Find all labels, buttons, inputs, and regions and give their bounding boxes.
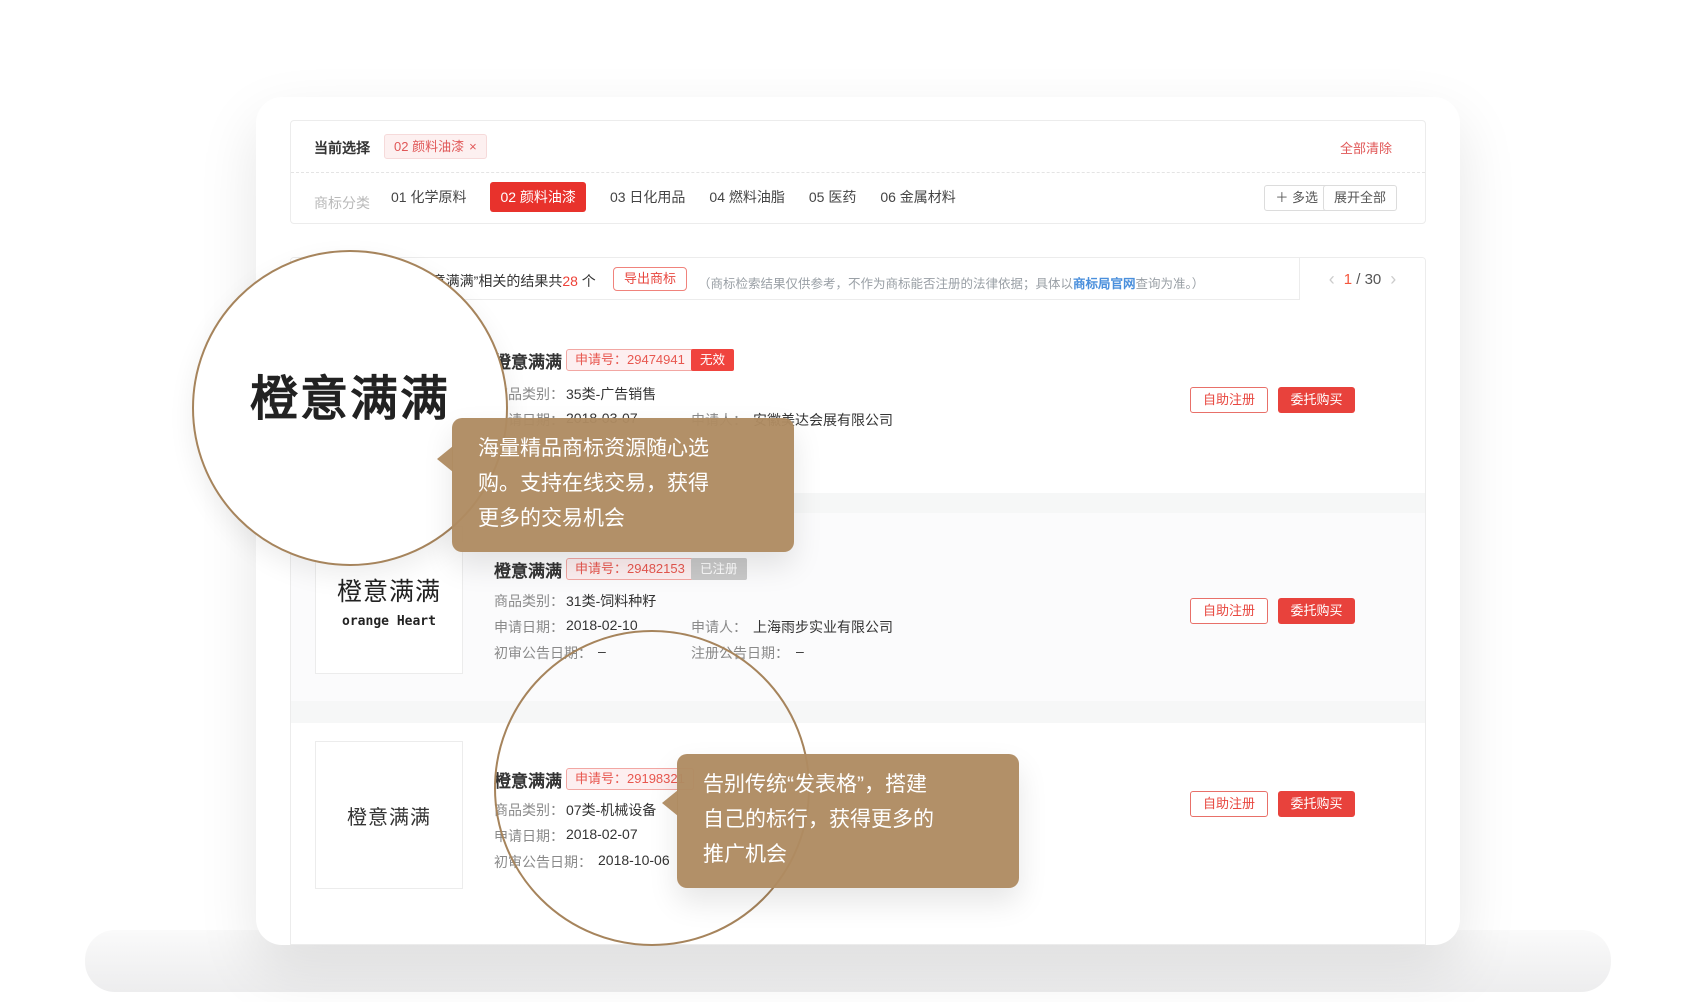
thumbnail-text-cn: 橙意满满 (347, 801, 431, 830)
selected-filter-tag-label: 02 颜料油漆 (394, 139, 464, 154)
callout-line: 推广机会 (703, 837, 1001, 872)
results-count-unit: 个 (578, 273, 596, 289)
selected-filter-tag[interactable]: 02 颜料油漆 × (384, 134, 487, 159)
dashed-divider (291, 172, 1425, 173)
tag-close-icon[interactable]: × (469, 139, 477, 154)
application-number-value: 29474941 (627, 352, 685, 367)
disclaimer-pre: （商标检索结果仅供参考，不作为商标能否注册的法律依据；具体以 (698, 277, 1073, 291)
callout-arrow-icon (437, 446, 453, 472)
next-page-icon[interactable]: › (1390, 269, 1396, 290)
self-register-button[interactable]: 自助注册 (1190, 598, 1268, 624)
self-register-button[interactable]: 自助注册 (1190, 387, 1268, 413)
self-register-button[interactable]: 自助注册 (1190, 791, 1268, 817)
pagination: ‹ 1 / 30 › (1299, 258, 1425, 300)
clear-all-link[interactable]: 全部清除 (1340, 138, 1392, 157)
results-count: 28 (562, 273, 578, 289)
callout-line: 购。支持在线交易，获得 (478, 466, 776, 501)
entrust-purchase-button[interactable]: 委托购买 (1278, 387, 1355, 413)
category-item-03[interactable]: 03 日化用品 (610, 187, 685, 207)
filter-panel: 当前选择 02 颜料油漆 × 全部清除 商标分类 01 化学原料 02 颜料油漆 … (290, 120, 1426, 224)
applicant-label: 申请人： (691, 617, 747, 637)
current-page: 1 (1344, 271, 1352, 288)
page-divider: / (1356, 271, 1360, 288)
applicant-value: 上海雨步实业有限公司 (753, 617, 893, 637)
application-number-label: 申请号： (575, 561, 627, 576)
category-field-value: 31类-饲料种籽 (566, 591, 656, 611)
callout-line: 自己的标行，获得更多的 (703, 802, 1001, 837)
status-badge-invalid: 无效 (691, 349, 734, 371)
category-item-01[interactable]: 01 化学原料 (391, 187, 466, 207)
expand-all-button[interactable]: 展开全部 (1323, 185, 1397, 211)
category-field-value: 35类-广告销售 (566, 384, 656, 404)
callout-line: 告别传统“发表格”，搭建 (703, 767, 1001, 802)
apply-date-label: 申请日期： (494, 617, 564, 637)
callout-line: 海量精品商标资源随心选 (478, 431, 776, 466)
category-label: 商标分类 (314, 193, 370, 213)
category-item-06[interactable]: 06 金属材料 (880, 187, 955, 207)
entrust-purchase-button[interactable]: 委托购买 (1278, 791, 1355, 817)
export-trademark-button[interactable]: 导出商标 (613, 267, 687, 291)
category-field-label: 商品类别： (494, 591, 564, 611)
category-item-05[interactable]: 05 医药 (809, 187, 856, 207)
application-number-label: 申请号： (575, 352, 627, 367)
application-number-value: 29482153 (627, 561, 685, 576)
entrust-purchase-button[interactable]: 委托购买 (1278, 598, 1355, 624)
magnified-trademark-text: 橙意满满 (250, 359, 450, 429)
trademark-title: 橙意满满 (494, 557, 562, 582)
application-number: 申请号：29474941 (566, 349, 694, 371)
thumbnail-text-cn: 橙意满满 (337, 572, 441, 608)
disclaimer-note: （商标检索结果仅供参考，不作为商标能否注册的法律依据；具体以商标局官网查询为准。… (698, 273, 1204, 292)
callout-arrow-icon (662, 790, 678, 816)
trademark-title: 橙意满满 (494, 348, 562, 373)
callout-line: 更多的交易机会 (478, 501, 776, 536)
callout-promotion: 告别传统“发表格”，搭建 自己的标行，获得更多的 推广机会 (677, 754, 1019, 888)
results-header: 检索到“橙意满满”相关的结果共28 个 导出商标 （商标检索结果仅供参考，不作为… (291, 258, 1425, 300)
category-list: 01 化学原料 02 颜料油漆 03 日化用品 04 燃料油脂 05 医药 06… (391, 183, 956, 211)
category-item-04[interactable]: 04 燃料油脂 (709, 187, 784, 207)
trademark-office-link[interactable]: 商标局官网 (1073, 277, 1136, 291)
screenshot-stage: 当前选择 02 颜料油漆 × 全部清除 商标分类 01 化学原料 02 颜料油漆 … (0, 0, 1696, 1002)
disclaimer-post: 查询为准。） (1136, 277, 1205, 291)
trademark-thumbnail-3: 橙意满满 (315, 741, 463, 889)
current-selection-label: 当前选择 (314, 138, 370, 158)
prev-page-icon[interactable]: ‹ (1329, 269, 1335, 290)
reg-notice-value: – (796, 643, 804, 659)
category-item-02-active[interactable]: 02 颜料油漆 (490, 182, 585, 212)
row-gap (291, 701, 1425, 723)
status-badge-registered: 已注册 (691, 558, 747, 580)
application-number: 申请号：29482153 (566, 558, 694, 580)
callout-marketplace: 海量精品商标资源随心选 购。支持在线交易，获得 更多的交易机会 (452, 418, 794, 552)
thumbnail-text-en: orange Heart (342, 614, 436, 629)
apply-date-value: 2018-02-10 (566, 617, 638, 633)
total-pages: 30 (1365, 271, 1382, 288)
multi-select-button[interactable]: ＋ 多选 (1264, 185, 1329, 211)
